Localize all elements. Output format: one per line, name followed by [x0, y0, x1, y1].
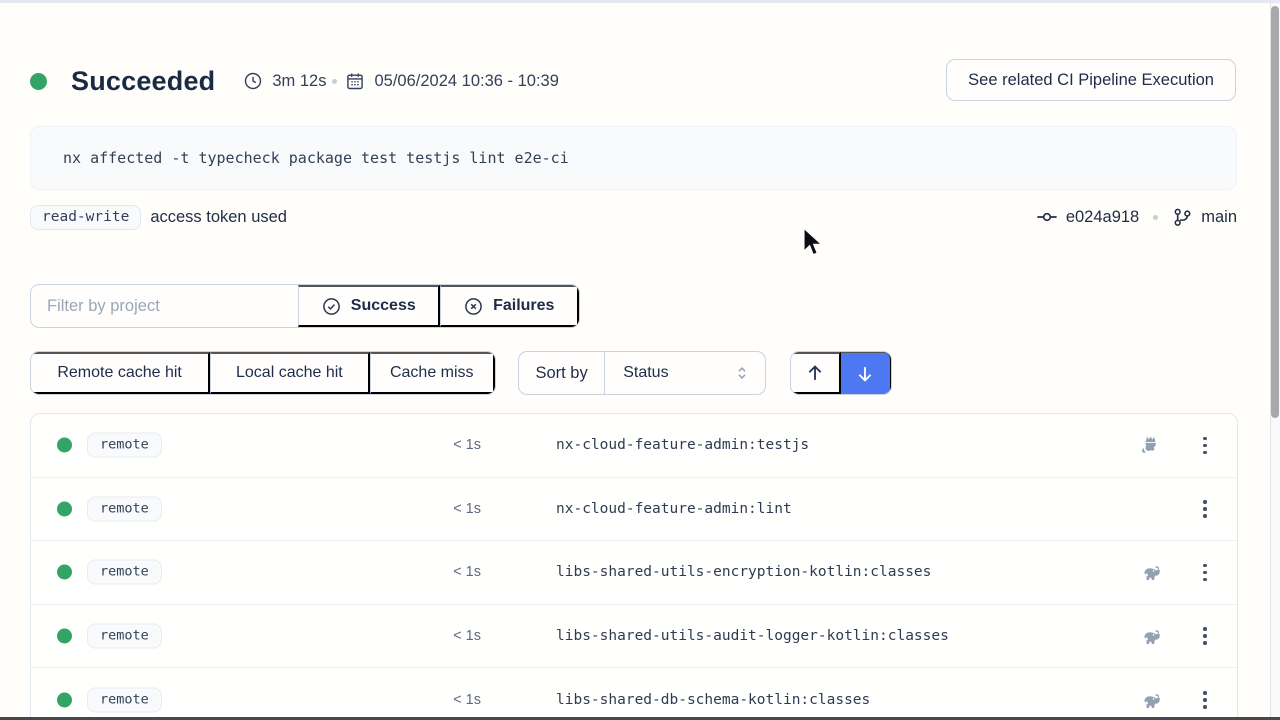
filter-success-label: Success	[351, 297, 416, 315]
separator-dot	[332, 79, 337, 84]
calendar-icon	[345, 71, 365, 91]
task-row[interactable]: remote < 1s libs-shared-utils-audit-logg…	[31, 605, 1237, 669]
run-status-title: Succeeded	[71, 66, 215, 97]
cache-source-badge: remote	[87, 560, 162, 585]
task-name: nx-cloud-feature-admin:testjs	[556, 437, 809, 453]
status-success-dot	[30, 73, 47, 90]
sort-group: Sort by Status	[518, 351, 766, 395]
task-success-dot	[57, 565, 72, 580]
clock-icon	[243, 71, 263, 91]
gradle-icon	[1138, 688, 1162, 712]
cache-source-badge: remote	[87, 496, 162, 521]
task-name: libs-shared-utils-audit-logger-kotlin:cl…	[556, 628, 949, 644]
task-row[interactable]: remote < 1s nx-cloud-feature-admin:lint	[31, 478, 1237, 542]
git-branch-icon	[1172, 207, 1193, 228]
cache-source-badge: remote	[87, 433, 162, 458]
select-chevrons-icon	[733, 364, 751, 382]
local-cache-hit-button[interactable]: Local cache hit	[210, 352, 369, 394]
gradle-icon	[1138, 560, 1162, 584]
access-token-badge: read-write	[30, 205, 141, 230]
filter-by-project-input[interactable]	[31, 285, 298, 327]
run-daterange-label: 05/06/2024 10:36 - 10:39	[374, 72, 558, 91]
task-list: remote < 1s nx-cloud-feature-admin:testj…	[30, 413, 1238, 720]
task-duration: < 1s	[401, 564, 481, 580]
run-daterange: 05/06/2024 10:36 - 10:39	[345, 71, 558, 91]
run-command-box: nx affected -t typecheck package test te…	[30, 126, 1237, 190]
task-success-dot	[57, 628, 72, 643]
task-duration: < 1s	[401, 501, 481, 517]
see-related-ci-pipeline-button[interactable]: See related CI Pipeline Execution	[946, 59, 1236, 101]
cache-source-badge: remote	[87, 623, 162, 648]
tool-icon	[1138, 624, 1162, 648]
arrow-down-icon	[854, 363, 876, 385]
run-duration: 3m 12s	[243, 71, 326, 91]
x-circle-icon	[463, 296, 484, 317]
sort-descending-button[interactable]	[841, 351, 892, 395]
jest-icon	[1138, 433, 1162, 457]
separator-dot	[1153, 215, 1158, 220]
scrollbar-track[interactable]	[1270, 3, 1280, 720]
run-duration-label: 3m 12s	[272, 72, 326, 91]
sort-ascending-button[interactable]	[791, 352, 841, 394]
arrow-up-icon	[804, 362, 826, 384]
commit-icon	[1036, 206, 1058, 228]
access-token-label: access token used	[150, 208, 287, 227]
task-row[interactable]: remote < 1s libs-shared-db-schema-kotlin…	[31, 668, 1237, 720]
sort-field-select[interactable]: Status	[604, 352, 765, 394]
tool-icon	[1138, 688, 1162, 712]
tool-icon	[1138, 497, 1162, 521]
task-success-dot	[57, 692, 72, 707]
task-name: libs-shared-db-schema-kotlin:classes	[556, 692, 870, 708]
check-circle-icon	[321, 296, 342, 317]
cache-filter-group: Remote cache hit Local cache hit Cache m…	[30, 351, 496, 395]
vcs-info: e024a918 main	[1036, 206, 1237, 228]
filter-failures-button[interactable]: Failures	[440, 285, 579, 327]
token-row: read-write access token used e024a918 ma…	[30, 202, 1237, 232]
branch-name[interactable]: main	[1201, 208, 1237, 227]
row-menu-button[interactable]	[1191, 622, 1219, 650]
task-success-dot	[57, 438, 72, 453]
row-menu-button[interactable]	[1191, 558, 1219, 586]
row-menu-button[interactable]	[1191, 495, 1219, 523]
tool-icon	[1138, 560, 1162, 584]
task-success-dot	[57, 501, 72, 516]
sort-field-value: Status	[623, 364, 668, 382]
task-duration: < 1s	[401, 628, 481, 644]
filter-failures-label: Failures	[493, 297, 554, 315]
filter-success-button[interactable]: Success	[298, 285, 439, 327]
row-menu-button[interactable]	[1191, 431, 1219, 459]
row-menu-button[interactable]	[1191, 686, 1219, 714]
cache-miss-button[interactable]: Cache miss	[370, 352, 495, 394]
run-command-text: nx affected -t typecheck package test te…	[63, 149, 569, 167]
scrollbar-thumb[interactable]	[1271, 6, 1279, 418]
task-row[interactable]: remote < 1s nx-cloud-feature-admin:testj…	[31, 414, 1237, 478]
sort-direction-group	[790, 351, 892, 395]
tool-icon	[1138, 433, 1162, 457]
gradle-icon	[1138, 624, 1162, 648]
run-details-page: Succeeded 3m 12s 05/06/2024 10:36 - 10:3…	[0, 0, 1280, 720]
sort-by-label: Sort by	[519, 352, 604, 394]
run-header: Succeeded 3m 12s 05/06/2024 10:36 - 10:3…	[30, 59, 1236, 103]
task-name: libs-shared-utils-encryption-kotlin:clas…	[556, 564, 931, 580]
remote-cache-hit-button[interactable]: Remote cache hit	[31, 352, 210, 394]
task-name: nx-cloud-feature-admin:lint	[556, 501, 792, 517]
project-filter-group: Success Failures	[30, 284, 580, 328]
task-row[interactable]: remote < 1s libs-shared-utils-encryption…	[31, 541, 1237, 605]
task-duration: < 1s	[401, 692, 481, 708]
cache-source-badge: remote	[87, 687, 162, 712]
commit-sha[interactable]: e024a918	[1066, 208, 1139, 227]
task-duration: < 1s	[401, 437, 481, 453]
